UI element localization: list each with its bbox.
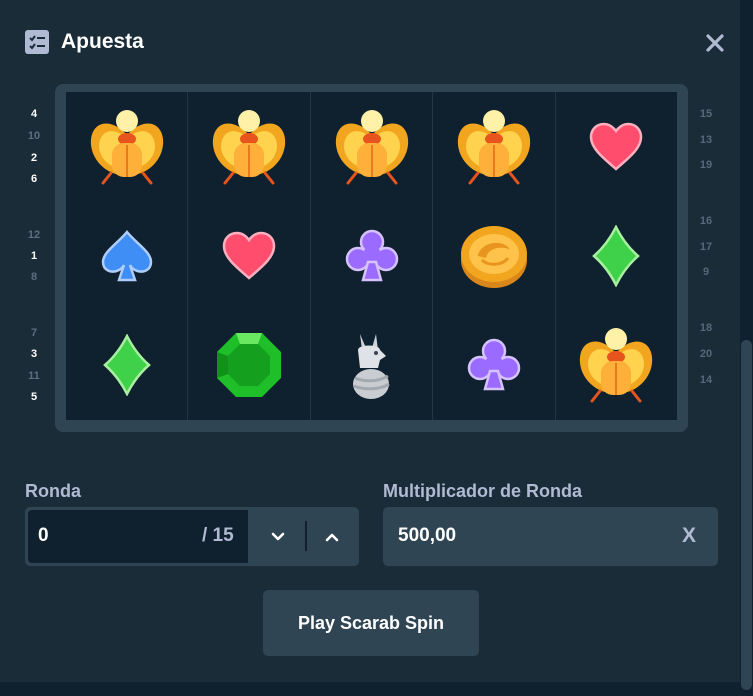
heart-symbol (556, 92, 677, 201)
multiplier-suffix: X (682, 524, 697, 547)
scarab-symbol (188, 92, 309, 201)
scrollbar-thumb[interactable] (741, 340, 752, 690)
payline-number[interactable]: 2 (24, 152, 44, 164)
gold-coin-symbol (433, 201, 554, 310)
round-total: / 15 (202, 525, 234, 546)
multiplier-value: 500,00 (398, 525, 457, 546)
spade-symbol (66, 201, 187, 310)
chevron-up-icon (325, 533, 339, 541)
anubis-symbol (311, 310, 432, 419)
scarab-symbol (433, 92, 554, 201)
diamond-symbol (556, 201, 677, 310)
checklist-icon (25, 30, 49, 54)
payline-number[interactable]: 13 (696, 134, 716, 146)
reel-grid (66, 92, 677, 420)
modal-title: Apuesta (61, 30, 144, 53)
club-symbol (311, 201, 432, 310)
reel-column (188, 92, 311, 420)
scarab-symbol (66, 92, 187, 201)
payline-number[interactable]: 6 (24, 173, 44, 185)
payline-number[interactable]: 5 (24, 391, 44, 403)
payline-number[interactable]: 20 (696, 348, 716, 360)
round-value: 0 (38, 525, 49, 546)
reel-column (556, 92, 677, 420)
reel-column (311, 92, 434, 420)
payline-number[interactable]: 14 (696, 374, 716, 386)
play-button[interactable]: Play Scarab Spin (263, 590, 479, 656)
emerald-symbol (188, 310, 309, 419)
payline-number[interactable]: 4 (24, 108, 44, 120)
close-button[interactable] (700, 28, 730, 58)
chevron-down-icon (271, 532, 285, 540)
payline-number[interactable]: 15 (696, 108, 716, 120)
payline-number[interactable]: 3 (24, 348, 44, 360)
payline-number[interactable]: 9 (696, 266, 716, 278)
payline-number[interactable]: 17 (696, 241, 716, 253)
bottom-strip (0, 682, 740, 696)
payline-number[interactable]: 11 (24, 370, 44, 382)
scarab-symbol (556, 310, 677, 419)
diamond-symbol (66, 310, 187, 419)
reel-column (433, 92, 556, 420)
payline-number[interactable]: 1 (24, 250, 44, 262)
round-label: Ronda (25, 481, 81, 501)
payline-number[interactable]: 19 (696, 159, 716, 171)
scarab-symbol (311, 92, 432, 201)
close-icon (706, 34, 724, 52)
payline-number[interactable]: 16 (696, 215, 716, 227)
round-decrease-button[interactable] (251, 510, 305, 563)
payline-number[interactable]: 7 (24, 327, 44, 339)
club-symbol (433, 310, 554, 419)
round-increase-button[interactable] (305, 510, 359, 563)
payline-number[interactable]: 12 (24, 229, 44, 241)
payline-number[interactable]: 10 (24, 130, 44, 142)
multiplier-label: Multiplicador de Ronda (383, 481, 583, 501)
reel-column (66, 92, 189, 420)
payline-number[interactable]: 18 (696, 322, 716, 334)
payline-number[interactable]: 8 (24, 271, 44, 283)
heart-symbol (188, 201, 309, 310)
